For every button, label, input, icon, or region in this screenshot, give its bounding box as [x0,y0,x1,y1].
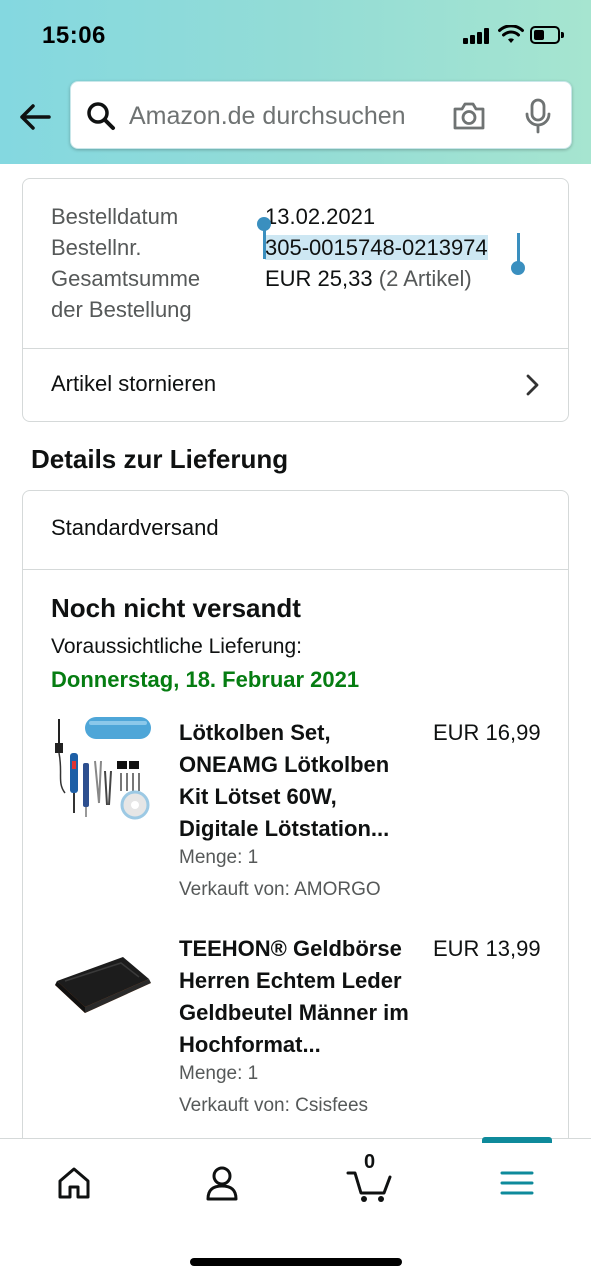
order-info: Bestelldatum 13.02.2021 Bestellnr. 305-0… [23,179,568,349]
order-number-selection[interactable]: 305-0015748-0213974 [265,235,488,260]
cellular-signal-icon [463,28,491,44]
order-number-value[interactable]: 305-0015748-0213974 [265,232,488,263]
item-title[interactable]: TEEHON® Geldbörse Herren Echtem Leder Ge… [179,933,419,1061]
order-item: TEEHON® Geldbörse Herren Echtem Leder Ge… [23,933,568,1133]
search-input[interactable] [129,98,429,134]
delivery-section-title: Details zur Lieferung [31,444,289,474]
wallet-image[interactable] [51,943,155,1053]
active-tab-indicator [482,1137,552,1143]
item-quantity: Menge: 1 [179,1063,259,1084]
battery-icon [530,26,564,44]
delivery-details-card: Standardversand Noch nicht versandt Vora… [22,490,569,1190]
shipment-status: Noch nicht versandt [51,593,301,623]
item-seller: Verkauft von: Csisfees [179,1095,369,1116]
item-title[interactable]: Lötkolben Set, ONEAMG Lötkolben Kit Löts… [179,717,419,845]
cancel-items-row[interactable]: Artikel stornieren [23,349,568,421]
order-number-label: Bestellnr. [51,235,142,260]
item-price: EUR 16,99 [433,720,541,745]
card-divider [23,569,568,570]
cart-button[interactable]: 0 [346,1151,394,1207]
order-date-value: 13.02.2021 [265,204,376,229]
menu-icon[interactable] [493,1159,541,1207]
order-summary-card: Bestelldatum 13.02.2021 Bestellnr. 305-0… [22,178,569,422]
search-icon [87,102,115,130]
status-time: 15:06 [42,22,106,49]
item-seller: Verkauft von: AMORGO [179,879,381,900]
camera-icon[interactable] [451,100,487,132]
order-item: Lötkolben Set, ONEAMG Lötkolben Kit Löts… [23,717,568,917]
cancel-items-label: Artikel stornieren [51,371,217,396]
item-price: EUR 13,99 [433,936,541,961]
home-indicator[interactable] [190,1258,402,1266]
order-date-label: Bestelldatum [51,204,179,229]
search-bar[interactable] [70,81,572,149]
chevron-right-icon [526,374,539,396]
back-arrow-icon[interactable] [16,98,54,136]
microphone-icon[interactable] [523,98,553,134]
selection-start-dot[interactable] [257,217,271,231]
home-icon[interactable] [50,1159,98,1207]
order-total-label-line2: der Bestellung [51,297,192,322]
app-header: 15:06 [0,0,591,164]
selection-end-dot[interactable] [511,261,525,275]
status-bar: 15:06 [0,0,591,72]
order-total-label-line1: Gesamtsumme [51,266,201,291]
order-total-value: EUR 25,33 (2 Artikel) [265,263,472,294]
shipping-method: Standardversand [51,515,219,540]
item-quantity: Menge: 1 [179,847,259,868]
order-total-amount: EUR 25,33 [265,266,373,291]
expected-delivery-label: Voraussichtliche Lieferung: [51,635,302,658]
cart-count: 0 [364,1151,376,1173]
wifi-icon [498,25,524,43]
expected-delivery-date: Donnerstag, 18. Februar 2021 [51,667,360,692]
order-item-count: (2 Artikel) [378,266,472,291]
account-icon[interactable] [198,1159,246,1207]
soldering-kit-image[interactable] [51,713,155,823]
